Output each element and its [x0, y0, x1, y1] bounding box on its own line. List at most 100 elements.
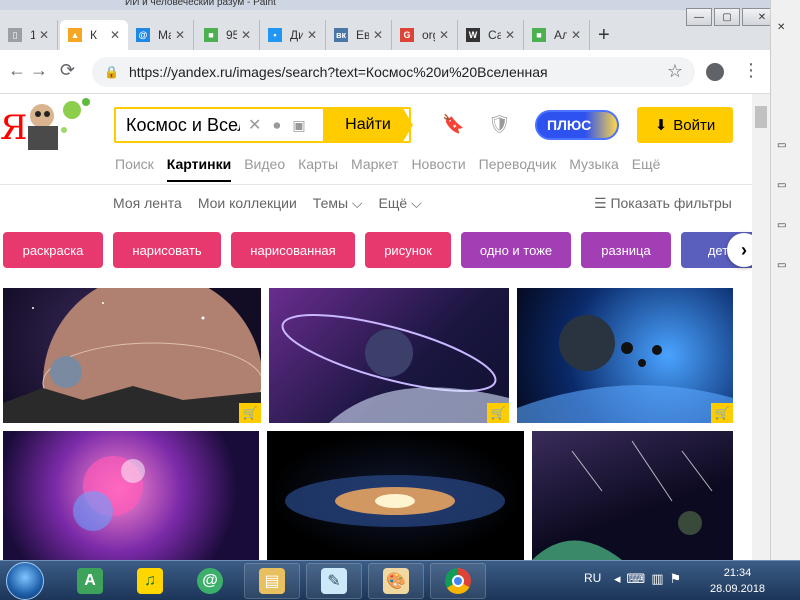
search-input[interactable]: Космос и Вселенная [116, 115, 240, 136]
bookmark-star-icon[interactable]: ☆ [667, 61, 683, 82]
browser-tab[interactable]: @ Mail. ✕ [128, 20, 194, 50]
service-link[interactable]: Ещё [632, 156, 661, 182]
related-query-chip[interactable]: раскраска [3, 232, 103, 268]
taskbar-app[interactable]: ♫ [122, 563, 178, 599]
taskbar-app[interactable]: 🎨 [368, 563, 424, 599]
browser-tab[interactable]: W Сало ✕ [458, 20, 524, 50]
profile-icon[interactable] [706, 63, 724, 81]
tab-close-icon[interactable]: ✕ [39, 28, 49, 42]
reload-icon[interactable]: ⟳ [60, 60, 75, 81]
service-link[interactable]: Маркет [351, 156, 398, 182]
tab-label: 950.j [226, 28, 237, 42]
image-result[interactable]: 🛒 [3, 288, 261, 423]
tab-close-icon[interactable]: ✕ [110, 28, 120, 42]
maximize-button[interactable]: ▢ [714, 8, 740, 26]
service-link[interactable]: Новости [411, 156, 465, 182]
related-query-chip[interactable]: одно и тоже [461, 232, 571, 268]
browser-tab[interactable]: ▯ 192.1 ✕ [0, 20, 58, 50]
image-result[interactable]: 🛒 [517, 288, 733, 423]
tab-favicon-icon: ▪ [268, 28, 282, 42]
tab-close-icon[interactable]: ✕ [373, 28, 383, 42]
keyboard-icon[interactable]: ⌨ [627, 571, 646, 587]
scrollbar-thumb[interactable] [755, 106, 767, 128]
flag-icon[interactable]: ⚑ [670, 571, 682, 587]
more-dropdown[interactable]: Ещё ⌵ [379, 195, 422, 212]
browser-tab[interactable]: ■ Алек ✕ [524, 20, 590, 50]
paint-icon: 🎨 [383, 568, 409, 594]
shield-icon[interactable]: 🛡 [488, 114, 511, 135]
browser-tab[interactable]: вк Евро ✕ [326, 20, 392, 50]
browser-toolbar: ← → ⟳ 🔒 https://yandex.ru/images/search?… [0, 50, 780, 94]
bookmark-icon[interactable]: 🔖 [442, 114, 464, 135]
tab-close-icon[interactable]: ✕ [439, 28, 449, 42]
tab-close-icon[interactable]: ✕ [241, 28, 251, 42]
plus-subscription-button[interactable]: ПЛЮС [535, 110, 619, 140]
microphone-icon[interactable]: ⏺ [273, 117, 280, 134]
service-link[interactable]: Поиск [115, 156, 154, 182]
browser-titlebar: ИИ и человеческий разум - Paint ▯192.1✕▲… [0, 0, 800, 50]
image-result[interactable] [3, 431, 259, 560]
browser-tab[interactable]: ■ 950.j ✕ [196, 20, 260, 50]
taskbar-app[interactable]: ▤ [244, 563, 300, 599]
image-result[interactable]: 🛒 [269, 288, 509, 423]
network-icon[interactable]: ▥ [651, 571, 663, 587]
system-clock[interactable]: 21:34 28.09.2018 [710, 565, 765, 597]
service-link[interactable]: Видео [244, 156, 285, 182]
taskbar-app[interactable]: ✎ [306, 563, 362, 599]
shop-cart-icon[interactable]: 🛒 [487, 403, 509, 423]
tab-close-icon[interactable]: ✕ [505, 28, 515, 42]
page-scrollbar[interactable] [752, 94, 770, 560]
tab-label: К [90, 28, 97, 42]
service-link[interactable]: Карты [298, 156, 338, 182]
clock-time: 21:34 [723, 567, 752, 579]
search-button[interactable]: Найти [323, 107, 413, 143]
back-icon[interactable]: ← [8, 60, 26, 81]
themes-dropdown[interactable]: Темы ⌵ [313, 195, 363, 212]
music-icon: ♫ [137, 568, 163, 594]
taskbar-app[interactable]: A [62, 563, 118, 599]
background-window-title-text: ИИ и человеческий разум - Paint [125, 0, 276, 8]
related-query-chip[interactable]: нарисованная [231, 232, 355, 268]
taskbar-app[interactable] [430, 563, 486, 599]
service-link[interactable]: Картинки [166, 156, 232, 182]
login-button[interactable]: ⬇ Войти [637, 107, 733, 143]
start-button[interactable] [6, 562, 44, 600]
show-filters-button[interactable]: ☰ Показать фильтры [594, 195, 732, 212]
tab-close-icon[interactable]: ✕ [571, 28, 581, 42]
tab-label: Диал [290, 28, 303, 42]
tab-favicon-icon: G [400, 28, 414, 42]
camera-icon[interactable]: ▣ [292, 117, 305, 134]
tray-arrow-icon[interactable]: ◂ [614, 571, 621, 587]
new-tab-button[interactable]: + [598, 24, 610, 47]
browser-tab[interactable]: ▲ К ✕ [60, 20, 128, 50]
service-link[interactable]: Переводчик [479, 156, 557, 182]
related-query-chip[interactable]: разница [581, 232, 671, 268]
image-result[interactable] [532, 431, 733, 560]
tab-label: org.v [422, 28, 435, 42]
forward-icon[interactable]: → [30, 60, 48, 81]
my-feed-link[interactable]: Моя лента [113, 195, 182, 212]
images-subnav: Моя лента Мои коллекции Темы ⌵ Ещё ⌵ [113, 195, 422, 212]
filters-icon: ☰ [594, 195, 611, 211]
shop-cart-icon[interactable]: 🛒 [711, 403, 733, 423]
language-indicator[interactable]: RU [584, 571, 601, 585]
service-link[interactable]: Музыка [569, 156, 619, 182]
tab-label: Сало [488, 28, 501, 42]
tab-favicon-icon: ■ [532, 28, 546, 42]
shop-cart-icon[interactable]: 🛒 [239, 403, 261, 423]
image-result[interactable] [267, 431, 524, 560]
browser-menu-icon[interactable]: ⋮ [742, 60, 760, 81]
related-query-chip[interactable]: рисунок [365, 232, 451, 268]
tab-close-icon[interactable]: ✕ [175, 28, 185, 42]
mail-agent-icon: @ [197, 568, 223, 594]
address-bar[interactable]: 🔒 https://yandex.ru/images/search?text=К… [92, 57, 695, 87]
browser-tab[interactable]: Gorg.v ✕ [392, 20, 458, 50]
minimize-button[interactable]: — [686, 8, 712, 26]
doodle-image[interactable] [14, 94, 94, 150]
browser-tab[interactable]: ▪ Диал ✕ [260, 20, 326, 50]
taskbar-app[interactable]: @ [182, 563, 238, 599]
my-collections-link[interactable]: Мои коллекции [198, 195, 297, 212]
related-query-chip[interactable]: нарисовать [113, 232, 221, 268]
tab-close-icon[interactable]: ✕ [307, 28, 317, 42]
clear-icon[interactable]: ✕ [248, 115, 261, 135]
